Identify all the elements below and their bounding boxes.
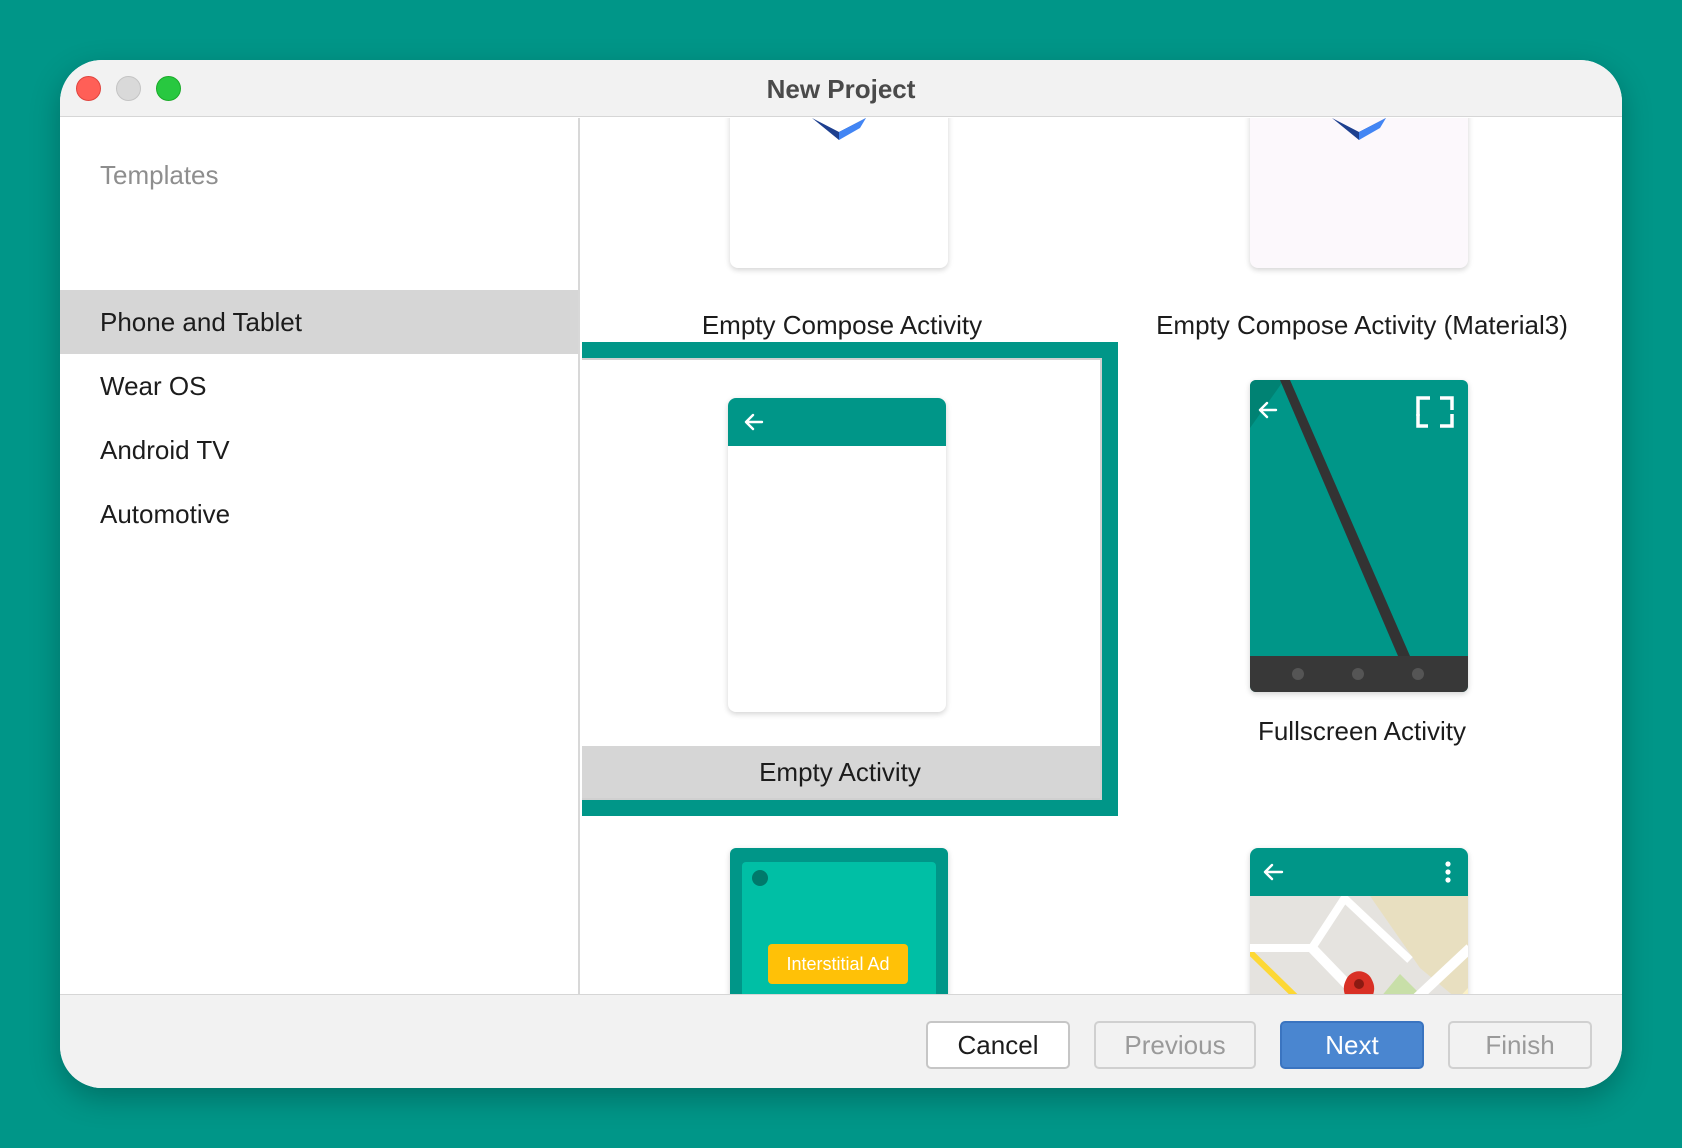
sidebar-item-phone-and-tablet[interactable]: Phone and Tablet <box>60 290 578 354</box>
overflow-menu-icon <box>1445 861 1451 883</box>
template-card-google-maps[interactable] <box>1102 816 1622 994</box>
cancel-button[interactable]: Cancel <box>926 1021 1070 1069</box>
templates-sidebar: Templates Phone and Tablet Wear OS Andro… <box>60 118 580 994</box>
template-card-empty-compose-activity-material3[interactable]: Empty Compose Activity (Material3) <box>1102 118 1622 342</box>
window-title: New Project <box>766 74 916 104</box>
sidebar-header: Templates <box>100 160 219 190</box>
fullscreen-icon <box>1416 396 1454 428</box>
template-label: Empty Compose Activity <box>701 310 983 340</box>
compose-preview <box>730 118 948 268</box>
fullscreen-illustration <box>1250 380 1468 692</box>
template-card-interstitial-ad[interactable]: Interstitial Ad <box>582 816 1102 994</box>
sidebar-item-automotive[interactable]: Automotive <box>60 482 578 546</box>
app-bar <box>728 398 946 446</box>
interstitial-ad-preview: Interstitial Ad <box>730 848 948 994</box>
dot-icon <box>752 870 768 886</box>
interstitial-ad-badge: Interstitial Ad <box>768 944 908 984</box>
title-bar: New Project <box>60 60 1622 117</box>
new-project-window: New Project Templates Phone and Tablet W… <box>60 60 1622 1088</box>
back-arrow-icon <box>744 413 764 431</box>
template-card-empty-activity[interactable]: Empty Activity <box>582 342 1118 816</box>
finish-button[interactable]: Finish <box>1448 1021 1592 1069</box>
template-gallery[interactable]: Empty Compose Activity Empty Compose Act… <box>582 118 1622 994</box>
map-illustration <box>1250 848 1468 994</box>
template-label: Fullscreen Activity <box>1257 716 1467 746</box>
sidebar-item-wear-os[interactable]: Wear OS <box>60 354 578 418</box>
sidebar-item-android-tv[interactable]: Android TV <box>60 418 578 482</box>
compose-icon <box>1332 118 1386 140</box>
selected-card-inner: Empty Activity <box>582 358 1102 800</box>
next-button[interactable]: Next <box>1280 1021 1424 1069</box>
template-label: Empty Activity <box>582 746 1100 798</box>
previous-button[interactable]: Previous <box>1094 1021 1256 1069</box>
empty-activity-preview <box>728 398 946 712</box>
maps-preview <box>1250 848 1468 994</box>
dialog-footer: Cancel Previous Next Finish <box>60 994 1622 1088</box>
template-card-empty-compose-activity[interactable]: Empty Compose Activity <box>582 118 1102 342</box>
template-label: Empty Compose Activity (Material3) <box>1156 310 1568 340</box>
template-card-fullscreen-activity[interactable]: Fullscreen Activity <box>1102 342 1622 816</box>
compose-material3-preview <box>1250 118 1468 268</box>
fullscreen-preview <box>1250 380 1468 692</box>
compose-icon <box>812 118 866 140</box>
